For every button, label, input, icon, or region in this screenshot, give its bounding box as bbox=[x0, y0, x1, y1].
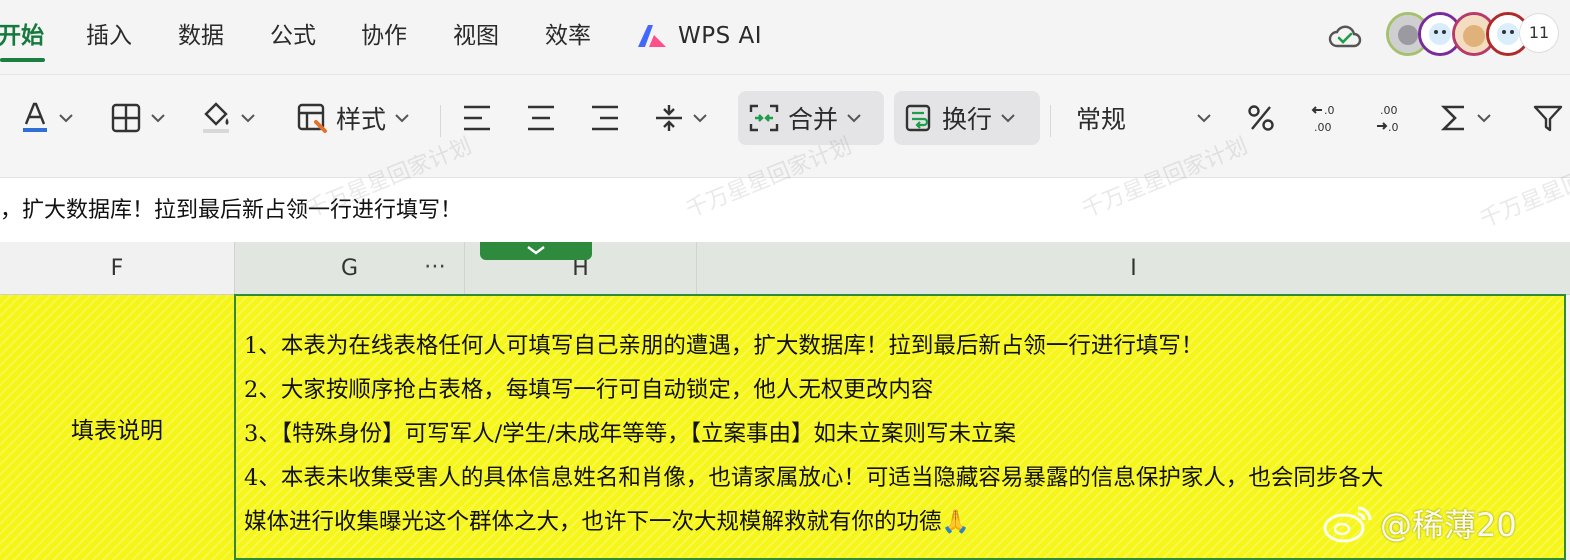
formula-bar[interactable]: ，扩大数据库！拉到最后新占领一行进行填写！ bbox=[0, 177, 1570, 243]
wrap-label: 换行 bbox=[942, 105, 993, 134]
tab-efficiency[interactable]: 效率 bbox=[545, 18, 591, 54]
align-right-icon bbox=[592, 105, 618, 131]
vertical-align-icon bbox=[656, 105, 682, 131]
chevron-down-icon[interactable] bbox=[240, 113, 256, 123]
fill-color-icon bbox=[203, 102, 229, 133]
toolbar: 样式 合并 换行 常规 .0 .00 .00 .0 bbox=[0, 74, 1570, 161]
number-format-select[interactable]: 常规 bbox=[1076, 91, 1216, 145]
instruction-line: 1、本表为在线表格任何人可填写自己亲朋的遭遇，扩大数据库！拉到最后新占领一行进行… bbox=[244, 333, 1204, 359]
chevron-down-icon[interactable] bbox=[692, 113, 708, 123]
instructions-label: 填表说明 bbox=[71, 418, 163, 444]
number-format-value: 常规 bbox=[1076, 105, 1127, 134]
fill-color-button[interactable] bbox=[200, 91, 256, 145]
weibo-logo-icon bbox=[1323, 506, 1372, 543]
percent-button[interactable] bbox=[1246, 91, 1276, 145]
decrease-decimal-icon: .0 .00 bbox=[1311, 104, 1335, 134]
wps-ai-button[interactable]: WPS AI bbox=[636, 18, 762, 54]
merge-label: 合并 bbox=[788, 105, 839, 134]
more-icon[interactable]: ⋯ bbox=[424, 242, 447, 294]
borders-icon bbox=[111, 103, 141, 133]
wrap-icon bbox=[905, 104, 931, 132]
align-center-icon bbox=[528, 105, 554, 131]
toolbar-divider bbox=[1050, 105, 1051, 137]
tab-view[interactable]: 视图 bbox=[453, 18, 499, 54]
wps-ai-label: WPS AI bbox=[678, 23, 763, 49]
svg-text:.0: .0 bbox=[1388, 121, 1399, 134]
column-header-i[interactable]: I bbox=[697, 242, 1570, 294]
wps-ai-logo-icon bbox=[638, 25, 666, 47]
instruction-line: 2、大家按顺序抢占表格，每填写一行可自动锁定，他人无权更改内容 bbox=[244, 377, 934, 403]
sum-button[interactable] bbox=[1440, 91, 1492, 145]
decrease-decimal-button[interactable]: .0 .00 bbox=[1310, 91, 1344, 145]
style-icon bbox=[297, 103, 327, 133]
weibo-handle: @稀薄20 bbox=[1380, 506, 1517, 544]
svg-text:.00: .00 bbox=[1314, 121, 1332, 134]
align-right-button[interactable] bbox=[590, 91, 620, 145]
align-left-icon bbox=[464, 105, 490, 131]
sum-icon bbox=[1440, 105, 1464, 131]
borders-button[interactable] bbox=[110, 91, 166, 145]
instruction-line: 3、【特殊身份】可写军人/学生/未成年等等，【立案事由】如未立案则写未立案 bbox=[244, 421, 1016, 447]
column-header-f[interactable]: F bbox=[0, 242, 235, 294]
style-label: 样式 bbox=[336, 105, 387, 134]
tab-home[interactable]: 开始 bbox=[0, 18, 44, 54]
instruction-line: 4、本表未收集受害人的具体信息姓名和肖像，也请家属放心！可适当隐藏容易暴露的信息… bbox=[244, 465, 1384, 491]
formula-bar-content[interactable]: ，扩大数据库！拉到最后新占领一行进行填写！ bbox=[0, 192, 462, 224]
merge-icon bbox=[749, 104, 779, 132]
chevron-down-icon[interactable] bbox=[1000, 113, 1016, 123]
font-color-button[interactable] bbox=[20, 91, 74, 145]
percent-icon bbox=[1248, 105, 1274, 131]
style-button[interactable]: 样式 bbox=[296, 91, 410, 145]
chevron-down-icon[interactable] bbox=[1476, 113, 1492, 123]
font-color-icon bbox=[23, 102, 47, 132]
chevron-down-icon[interactable] bbox=[1196, 113, 1212, 123]
increase-decimal-icon: .00 .0 bbox=[1377, 104, 1399, 134]
chevron-down-icon[interactable] bbox=[846, 113, 862, 123]
cell-f-label[interactable]: 填表说明 bbox=[0, 295, 235, 560]
increase-decimal-button[interactable]: .00 .0 bbox=[1374, 91, 1408, 145]
instruction-line: 媒体进行收集曝光这个群体之大，也许下一次大规模解救就有你的功德🙏 bbox=[244, 509, 970, 535]
wrap-text-button[interactable]: 换行 bbox=[894, 91, 1040, 145]
cloud-sync-icon[interactable] bbox=[1328, 22, 1362, 54]
tab-collaborate[interactable]: 协作 bbox=[361, 18, 407, 54]
align-center-button[interactable] bbox=[526, 91, 556, 145]
chevron-down-icon[interactable] bbox=[58, 113, 74, 123]
column-headers: F G ⋯ H I bbox=[0, 242, 1570, 295]
weibo-watermark: @稀薄20 bbox=[1322, 500, 1517, 546]
chevron-down-icon[interactable] bbox=[394, 113, 410, 123]
tab-data[interactable]: 数据 bbox=[178, 18, 224, 54]
chevron-down-icon[interactable] bbox=[150, 113, 166, 123]
collaborator-avatars[interactable]: 11 bbox=[1386, 12, 1566, 56]
chevron-down-icon bbox=[527, 246, 545, 255]
vertical-align-button[interactable] bbox=[654, 91, 708, 145]
filter-icon bbox=[1533, 105, 1563, 132]
collaborator-count[interactable]: 11 bbox=[1520, 14, 1558, 52]
active-tab-indicator bbox=[0, 58, 45, 62]
merge-button[interactable]: 合并 bbox=[738, 91, 884, 145]
align-left-button[interactable] bbox=[462, 91, 492, 145]
svg-text:.00: .00 bbox=[1380, 104, 1398, 117]
filter-button[interactable] bbox=[1532, 91, 1564, 145]
tab-formula[interactable]: 公式 bbox=[270, 18, 316, 54]
svg-text:.0: .0 bbox=[1324, 104, 1335, 117]
toolbar-divider bbox=[440, 105, 441, 137]
collapse-toolbar-handle[interactable] bbox=[480, 242, 592, 260]
menu-bar: 开始 插入 数据 公式 协作 视图 效率 WPS AI 11 bbox=[0, 0, 1570, 74]
tab-insert[interactable]: 插入 bbox=[86, 18, 132, 54]
